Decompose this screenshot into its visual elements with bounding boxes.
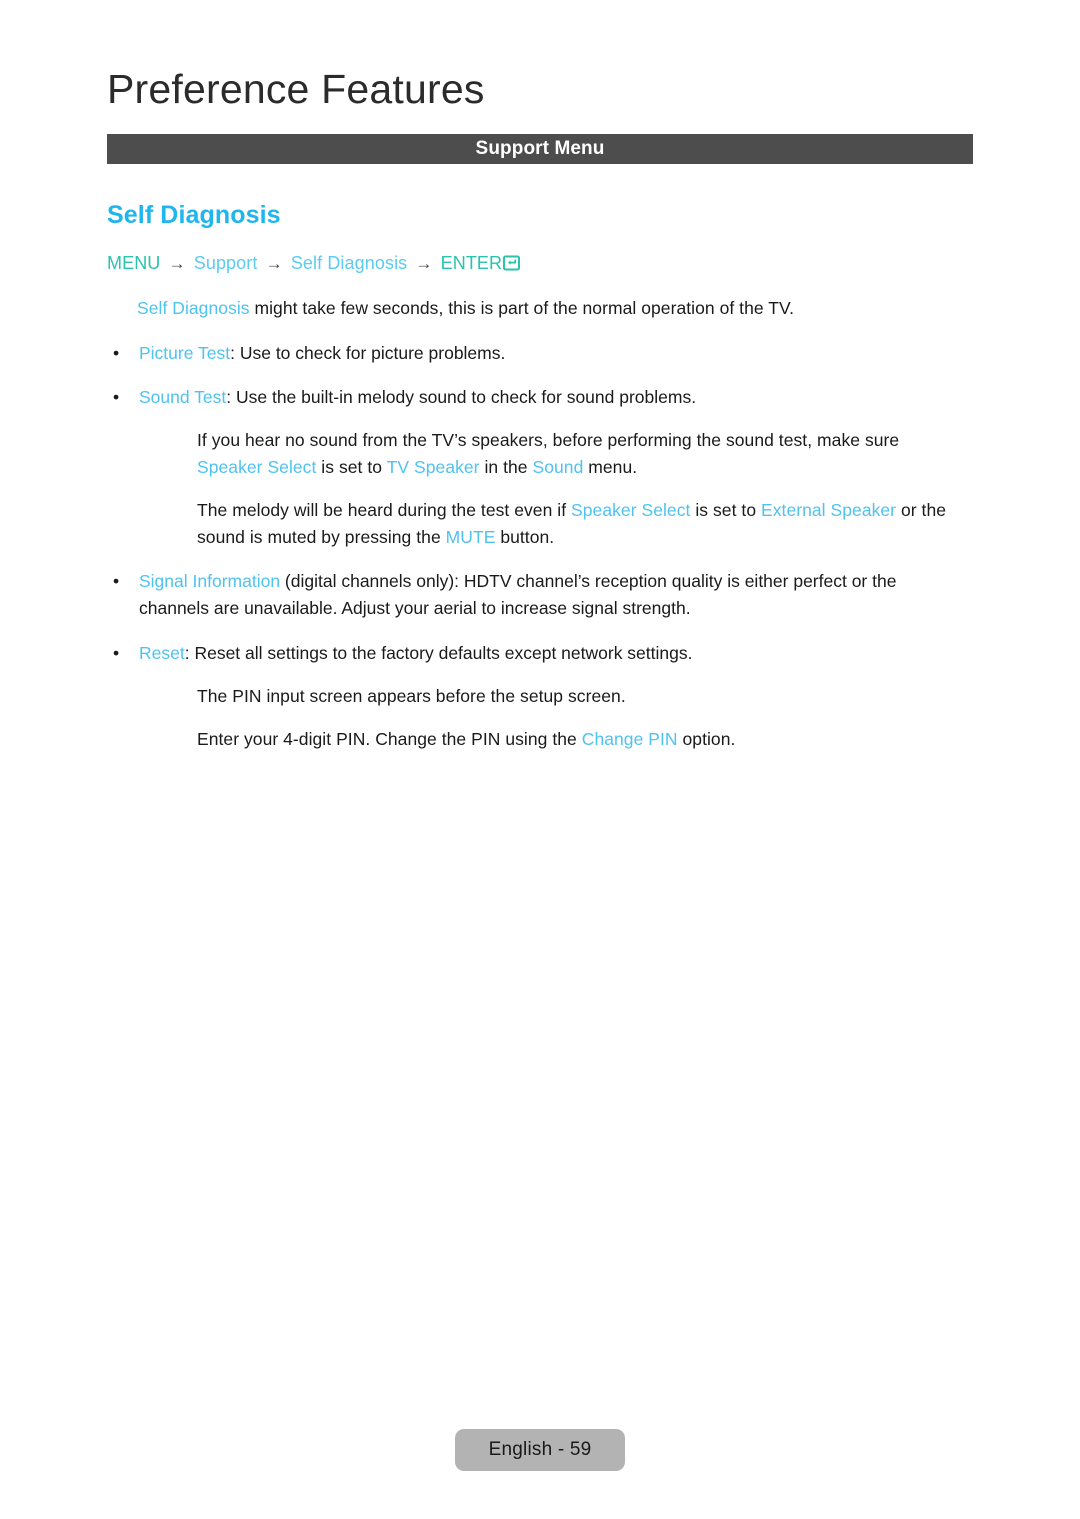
note-term-speaker-select: Speaker Select [197,456,317,477]
note-text: The melody will be heard during the test… [197,500,572,521]
list-item: • Reset: Reset all settings to the facto… [111,640,957,667]
sound-test-note-two: The melody will be heard during the test… [197,497,959,551]
sound-test-note-one: If you hear no sound from the TV’s speak… [197,427,959,481]
bullet-icon: • [113,642,120,663]
page-footer: English - 59 [455,1429,625,1471]
bullet-icon: • [113,386,120,407]
note-text: in the [479,456,533,477]
intro-paragraph: Self Diagnosis might take few seconds, t… [137,295,957,322]
breadcrumb-arrow-icon: → [265,254,283,273]
reset-note-two: Enter your 4-digit PIN. Change the PIN u… [197,726,959,753]
note-text: If you hear no sound from the TV’s speak… [197,429,900,450]
content-body: Self Diagnosis MENU → Support → Self Dia… [0,200,1080,753]
list-item: • Picture Test: Use to check for picture… [111,340,957,367]
breadcrumb-item-self-diagnosis: Self Diagnosis [290,253,408,273]
breadcrumb-item-support: Support [193,253,258,273]
list-item-term: Picture Test [139,342,231,363]
reset-note-one: The PIN input screen appears before the … [197,685,626,706]
list-item: • Sound Test: Use the built-in melody so… [111,384,957,411]
bullet-icon: • [113,342,120,363]
list-item-term: Reset [139,642,185,663]
note-text: is set to [690,500,762,521]
list-item-term: Signal Information [139,571,281,592]
manual-page: Preference Features Support Menu Self Di… [0,0,1080,1519]
section-header-label: Support Menu [475,138,605,159]
enter-key-icon [503,254,521,277]
note-text: button. [495,527,555,548]
note-text: menu. [583,456,638,477]
page-title: Preference Features [107,66,485,112]
note-term-tv-speaker: TV Speaker [386,456,480,477]
list-item-description: : Use the built-in melody sound to check… [226,386,697,407]
note-term-sound: Sound [532,456,584,477]
list-item-text: Sound Test: Use the built-in melody soun… [139,384,957,411]
list-item-description: : Reset all settings to the factory defa… [184,642,693,663]
breadcrumb-arrow-icon: → [168,254,186,273]
breadcrumb: MENU → Support → Self Diagnosis → ENTER [107,252,1080,277]
list-item-text: Reset: Reset all settings to the factory… [139,640,957,667]
breadcrumb-item-enter: ENTER [440,253,503,273]
intro-term: Self Diagnosis [137,298,250,319]
list-item-text: Picture Test: Use to check for picture p… [139,340,957,367]
section-header-bar: Support Menu [107,134,973,164]
bullet-icon: • [113,571,120,592]
note-term-mute: MUTE [445,527,496,548]
note-term-change-pin: Change PIN [581,728,678,749]
page-number-label: English - 59 [488,1439,592,1460]
breadcrumb-arrow-icon: → [415,254,433,273]
list-item: • Signal Information (digital channels o… [111,568,957,622]
intro-text: might take few seconds, this is part of … [249,298,795,319]
breadcrumb-item-menu: MENU [107,253,161,273]
note-term-external-speaker: External Speaker [761,500,897,521]
note-text: Enter your 4-digit PIN. Change the PIN u… [197,728,582,749]
note-term-speaker-select: Speaker Select [571,500,691,521]
list-item-term: Sound Test [139,386,227,407]
list-item-description: : Use to check for picture problems. [230,342,506,363]
note-text: is set to [316,456,387,477]
list-item-text: Signal Information (digital channels onl… [139,568,957,622]
feature-heading: Self Diagnosis [107,201,281,229]
note-text: option. [677,728,736,749]
